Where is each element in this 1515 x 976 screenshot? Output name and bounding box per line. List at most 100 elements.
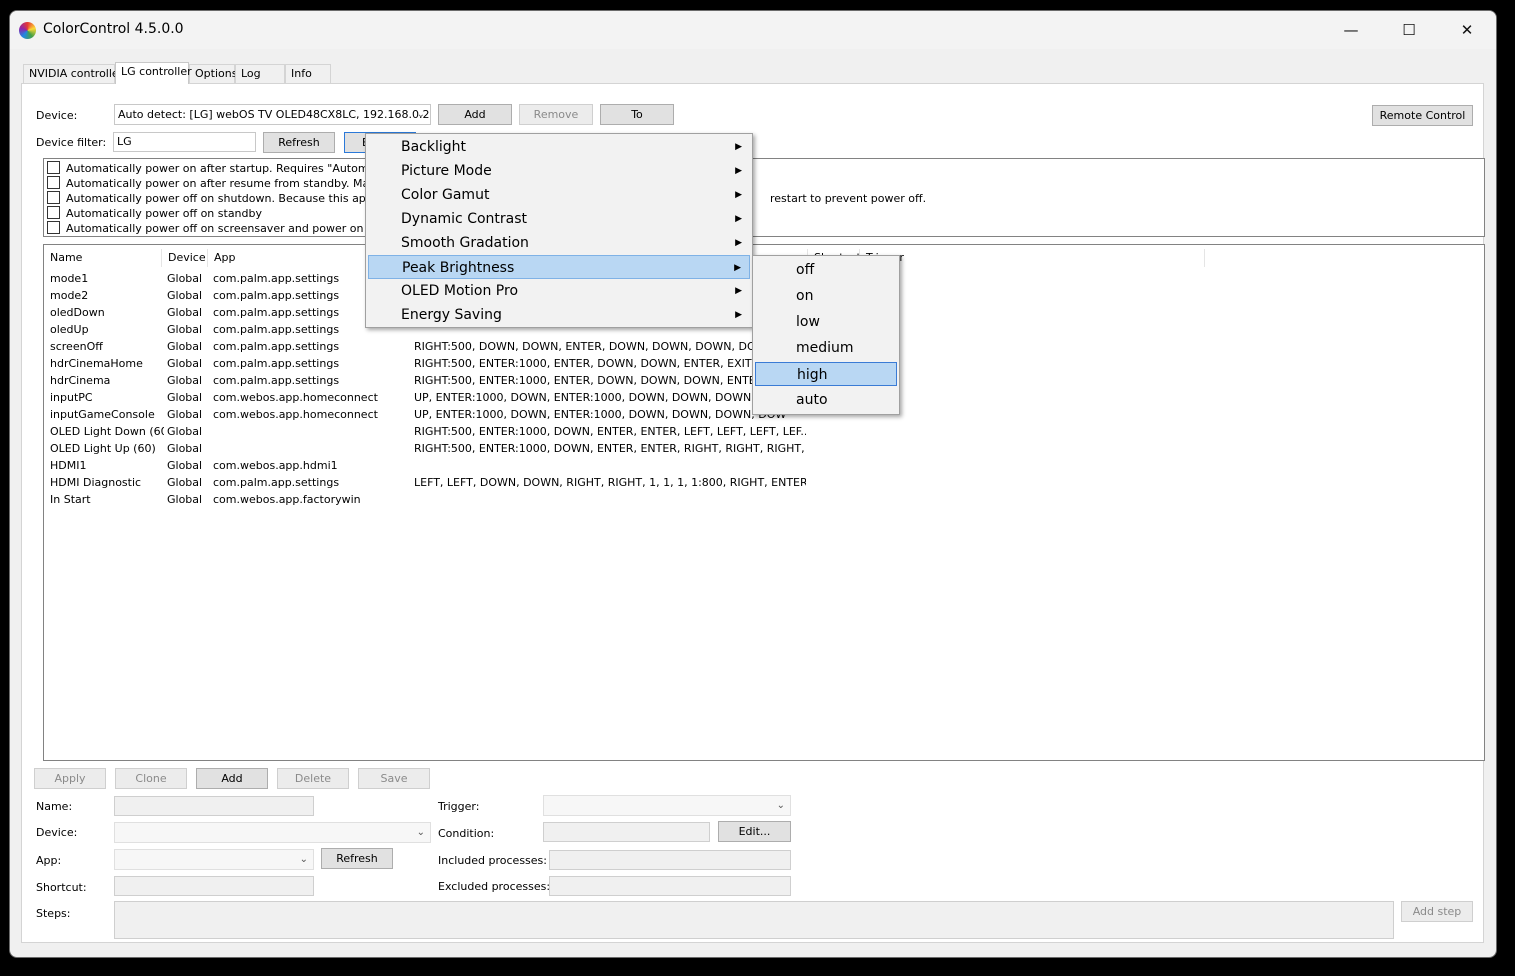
remote-control-button[interactable]: Remote Control: [1372, 105, 1473, 126]
apply-button[interactable]: Apply: [34, 768, 106, 789]
chevron-down-icon: ⌄: [416, 109, 425, 120]
menu-item-peak-brightness[interactable]: Peak Brightness ▶: [368, 255, 750, 279]
menu-item-label: Peak Brightness: [402, 260, 515, 276]
option-row[interactable]: Automatically power off on screensaver a…: [47, 221, 390, 236]
menu-item-label: Dynamic Contrast: [401, 211, 528, 227]
menu-item-smooth-gradation[interactable]: Smooth Gradation ▶: [368, 231, 750, 255]
title-bar: ColorControl 4.5.0.0 — ☐ ✕: [10, 11, 1496, 49]
cell-steps: RIGHT:500, ENTER:1000, ENTER, DOWN, DOWN…: [414, 357, 752, 370]
close-button[interactable]: ✕: [1438, 11, 1496, 49]
shortcut-input[interactable]: [114, 876, 314, 896]
delete-button[interactable]: Delete: [277, 768, 349, 789]
cell-steps: RIGHT:500, ENTER:1000, ENTER, DOWN, DOWN…: [414, 374, 785, 387]
tab-options[interactable]: Options: [189, 64, 237, 83]
col-header-name[interactable]: Name: [44, 249, 162, 267]
checkbox[interactable]: [47, 221, 60, 234]
power-options-checklist: Automatically power on after startup. Re…: [43, 158, 1485, 237]
add-preset-button[interactable]: Add: [196, 768, 268, 789]
col-header-device[interactable]: Device: [162, 249, 208, 267]
cell-name: screenOff: [50, 340, 103, 353]
cell-app: com.palm.app.settings: [213, 357, 340, 370]
device-label: Device:: [36, 109, 78, 122]
option-row[interactable]: Automatically power off on shutdown. Bec…: [47, 191, 389, 206]
checkbox[interactable]: [47, 206, 60, 219]
cell-device: Global: [167, 476, 203, 489]
app-select[interactable]: ⌄: [114, 849, 314, 870]
submenu-arrow-icon: ▶: [735, 214, 742, 224]
maximize-button[interactable]: ☐: [1380, 11, 1438, 49]
name-input[interactable]: [114, 796, 314, 816]
submenu-item-low[interactable]: low: [755, 310, 897, 334]
submenu-item-on[interactable]: on: [755, 284, 897, 308]
device-form-select[interactable]: ⌄: [114, 822, 431, 843]
cell-app: com.palm.app.settings: [213, 374, 340, 387]
cell-steps: LEFT, LEFT, DOWN, DOWN, RIGHT, RIGHT, 1,…: [414, 476, 806, 489]
cell-steps: RIGHT:500, ENTER:1000, DOWN, ENTER, ENTE…: [414, 425, 806, 438]
submenu-item-high[interactable]: high: [755, 362, 897, 386]
chevron-down-icon: ⌄: [416, 827, 425, 838]
option-row[interactable]: Automatically power on after resume from…: [47, 176, 386, 191]
cell-device: Global: [167, 493, 203, 506]
cell-device: Global: [167, 391, 203, 404]
condition-input[interactable]: [543, 822, 710, 842]
cell-device: Global: [167, 442, 203, 455]
menu-item-energy-saving[interactable]: Energy Saving ▶: [368, 303, 750, 327]
checkbox[interactable]: [47, 176, 60, 189]
tab-lg-controller[interactable]: LG controller: [115, 62, 192, 84]
submenu-arrow-icon: ▶: [735, 286, 742, 296]
submenu-item-off[interactable]: off: [755, 258, 897, 282]
refresh-devices-button[interactable]: Refresh: [263, 132, 335, 153]
chevron-down-icon: ⌄: [299, 854, 308, 865]
menu-item-label: Smooth Gradation: [401, 235, 529, 251]
cell-device: Global: [167, 272, 203, 285]
peak-brightness-submenu: off on low medium high auto: [752, 255, 900, 415]
tab-nvidia-controller[interactable]: NVIDIA controller: [23, 64, 123, 83]
option-row[interactable]: Automatically power off on standby: [47, 206, 262, 221]
clone-button[interactable]: Clone: [115, 768, 187, 789]
device-filter-input[interactable]: LG: [113, 132, 256, 152]
add-device-button[interactable]: Add: [438, 104, 512, 125]
submenu-item-auto[interactable]: auto: [755, 388, 897, 412]
trigger-label: Trigger:: [438, 800, 480, 813]
cell-name: hdrCinemaHome: [50, 357, 143, 370]
main-window: ColorControl 4.5.0.0 — ☐ ✕ NVIDIA contro…: [9, 10, 1497, 958]
window-title: ColorControl 4.5.0.0: [43, 21, 184, 37]
steps-input[interactable]: [114, 901, 1394, 939]
save-button[interactable]: Save: [358, 768, 430, 789]
included-processes-input[interactable]: [549, 850, 791, 870]
submenu-arrow-icon: ▶: [735, 142, 742, 152]
cell-steps: UP, ENTER:1000, DOWN, ENTER:1000, DOWN, …: [414, 408, 787, 421]
option-tail-text: restart to prevent power off.: [770, 192, 927, 205]
remove-device-button[interactable]: Remove: [519, 104, 593, 125]
submenu-arrow-icon: ▶: [735, 238, 742, 248]
cell-steps: UP, ENTER:1000, DOWN, ENTER:1000, DOWN, …: [414, 391, 787, 404]
edit-condition-button[interactable]: Edit...: [718, 821, 791, 842]
checkbox[interactable]: [47, 161, 60, 174]
cell-device: Global: [167, 357, 203, 370]
menu-item-backlight[interactable]: Backlight ▶: [368, 135, 750, 159]
add-step-button[interactable]: Add step: [1401, 901, 1473, 922]
to-button[interactable]: To: [600, 104, 674, 125]
menu-item-label: Energy Saving: [401, 307, 502, 323]
menu-item-dynamic-contrast[interactable]: Dynamic Contrast ▶: [368, 207, 750, 231]
minimize-button[interactable]: —: [1322, 11, 1380, 49]
excluded-processes-input[interactable]: [549, 876, 791, 896]
checkbox[interactable]: [47, 191, 60, 204]
menu-item-oled-motion-pro[interactable]: OLED Motion Pro ▶: [368, 279, 750, 303]
trigger-select[interactable]: ⌄: [543, 795, 791, 816]
col-header-trigger[interactable]: Trigger: [860, 249, 1205, 267]
submenu-item-medium[interactable]: medium: [755, 336, 897, 360]
tab-info[interactable]: Info: [285, 64, 331, 83]
menu-item-picture-mode[interactable]: Picture Mode ▶: [368, 159, 750, 183]
condition-label: Condition:: [438, 827, 495, 840]
cell-app: com.palm.app.settings: [213, 476, 340, 489]
excluded-processes-label: Excluded processes:: [438, 880, 551, 893]
menu-item-color-gamut[interactable]: Color Gamut ▶: [368, 183, 750, 207]
cell-device: Global: [167, 459, 203, 472]
refresh-apps-button[interactable]: Refresh: [321, 848, 393, 869]
cell-device: Global: [167, 306, 203, 319]
cell-app: com.palm.app.settings: [213, 340, 340, 353]
tab-log[interactable]: Log: [235, 64, 285, 83]
device-select[interactable]: Auto detect: [LG] webOS TV OLED48CX8LC, …: [114, 104, 431, 125]
option-row[interactable]: Automatically power on after startup. Re…: [47, 161, 389, 176]
